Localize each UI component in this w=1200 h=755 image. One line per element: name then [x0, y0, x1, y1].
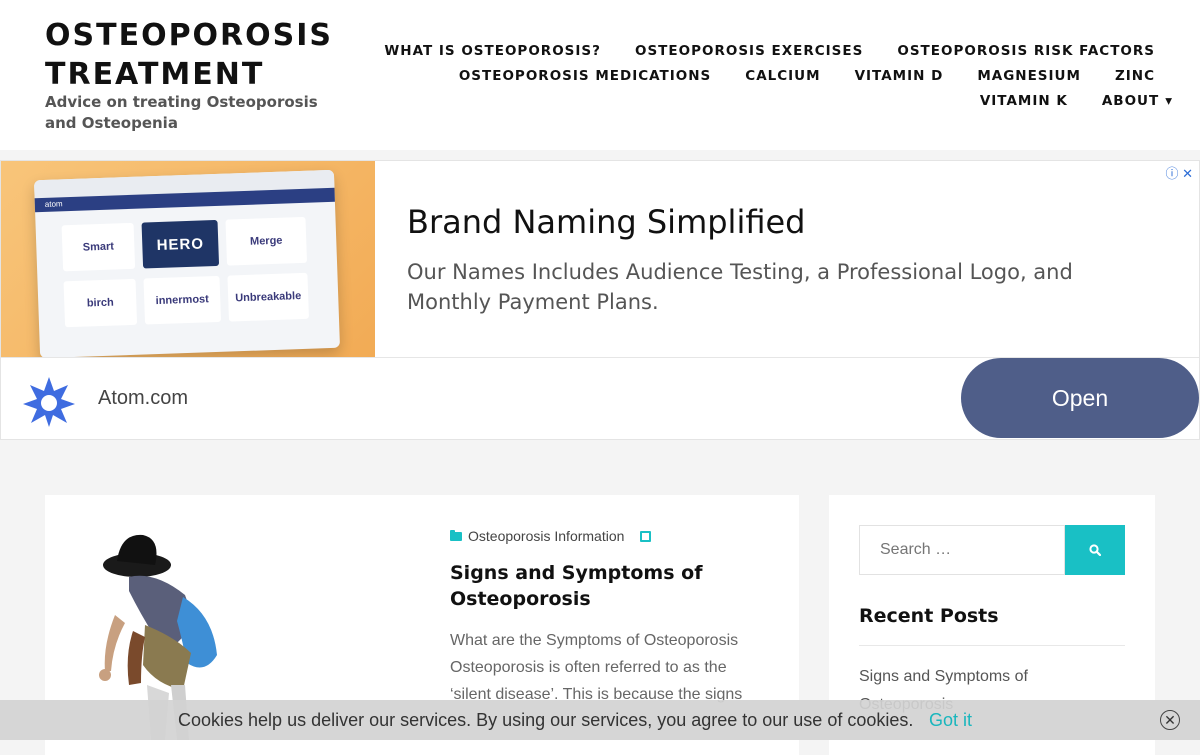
main-navigation: WHAT IS OSTEOPOROSIS? OSTEOPOROSIS EXERC… [384, 38, 1172, 113]
post-category-label[interactable]: Osteoporosis Information [468, 528, 624, 544]
close-icon[interactable]: ✕ [1160, 710, 1180, 730]
post-category[interactable]: Osteoporosis Information [450, 528, 652, 544]
chevron-down-icon: ▾ [1165, 92, 1173, 109]
ad-image[interactable]: atom Smart HERO Merge birch innermost Un… [1, 161, 375, 357]
post-title[interactable]: Signs and Symptoms of Osteoporosis [450, 560, 750, 612]
folder-icon [450, 529, 462, 541]
advertisement[interactable]: atom Smart HERO Merge birch innermost Un… [0, 160, 1200, 440]
nav-row-1: WHAT IS OSTEOPOROSIS? OSTEOPOROSIS EXERC… [384, 38, 1155, 63]
ad-tile: Merge [225, 216, 308, 266]
nav-item-osteoporosis-medications[interactable]: OSTEOPOROSIS MEDICATIONS [459, 68, 711, 84]
ad-domain[interactable]: Atom.com [98, 387, 188, 410]
nav-item-what-is-osteoporosis[interactable]: WHAT IS OSTEOPOROSIS? [384, 43, 601, 59]
site-title[interactable]: OSTEOPOROSIS TREATMENT [45, 16, 365, 94]
nav-item-vitamin-d[interactable]: VITAMIN D [855, 68, 944, 84]
calendar-icon [640, 530, 652, 542]
search-button[interactable] [1065, 525, 1125, 575]
recent-posts-divider [859, 645, 1125, 646]
nav-item-osteoporosis-exercises[interactable]: OSTEOPOROSIS EXERCISES [635, 43, 863, 59]
site-header: OSTEOPOROSIS TREATMENT Advice on treatin… [0, 0, 1200, 150]
ad-choices-icon[interactable]: ⓘ ✕ [1165, 163, 1193, 182]
ad-tile: Unbreakable [227, 272, 309, 322]
atom-logo-icon [23, 377, 75, 427]
search-input[interactable] [859, 525, 1065, 575]
nav-row-3: VITAMIN K ABOUT ▾ [435, 88, 1172, 113]
cookie-message: Cookies help us deliver our services. By… [178, 710, 914, 730]
ad-tile: birch [63, 278, 138, 328]
cookie-accept-button[interactable]: Got it [929, 710, 972, 731]
nav-item-calcium[interactable]: CALCIUM [745, 68, 820, 84]
ad-open-button[interactable]: Open [961, 358, 1199, 438]
ad-headline[interactable]: Brand Naming Simplified [407, 203, 805, 241]
ad-browser-mockup: atom Smart HERO Merge birch innermost Un… [33, 169, 341, 357]
ad-tile: innermost [143, 275, 222, 325]
nav-item-magnesium[interactable]: MAGNESIUM [977, 68, 1081, 84]
nav-row-2: OSTEOPOROSIS MEDICATIONS CALCIUM VITAMIN… [435, 63, 1155, 88]
nav-item-vitamin-k[interactable]: VITAMIN K [980, 93, 1068, 109]
ad-logo-tiles: Smart HERO Merge birch innermost Unbreak… [61, 216, 309, 328]
search-icon [1089, 544, 1101, 556]
nav-item-about-label: ABOUT [1101, 92, 1160, 109]
nav-item-zinc[interactable]: ZINC [1115, 68, 1155, 84]
post-excerpt: What are the Symptoms of Osteoporosis Os… [450, 632, 743, 703]
ad-tile: Smart [61, 222, 136, 272]
ad-tile: HERO [141, 219, 220, 269]
recent-posts-heading: Recent Posts [859, 605, 999, 627]
nav-item-osteoporosis-risk-factors[interactable]: OSTEOPOROSIS RISK FACTORS [897, 43, 1155, 59]
ad-body-text: Our Names Includes Audience Testing, a P… [407, 260, 1073, 314]
cookie-banner: Cookies help us deliver our services. By… [0, 700, 1200, 740]
site-description: Advice on treating Osteoporosis and Oste… [45, 93, 318, 132]
nav-item-about[interactable]: ABOUT ▾ [1102, 93, 1173, 109]
